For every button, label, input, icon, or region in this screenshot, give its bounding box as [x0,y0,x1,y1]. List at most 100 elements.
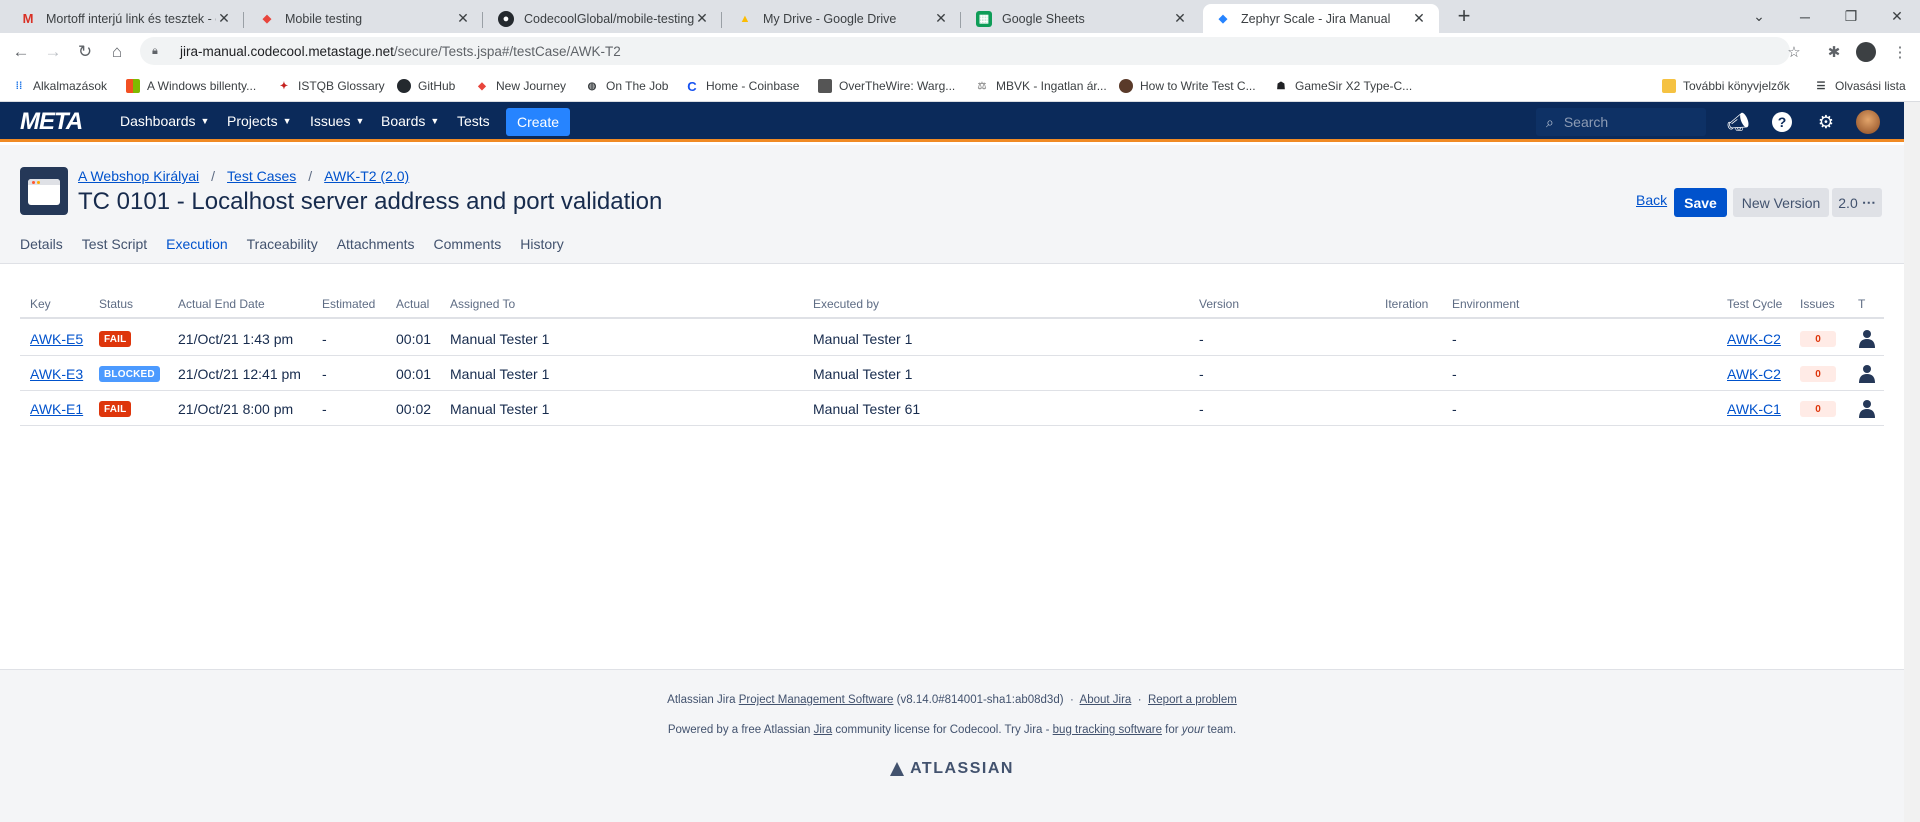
close-icon[interactable]: ✕ [933,10,949,27]
new-version-button[interactable]: New Version [1733,188,1829,217]
nav-boards[interactable]: Boards ▼ [381,113,439,129]
reload-icon[interactable]: ↻ [72,39,98,65]
create-button[interactable]: Create [506,108,570,136]
save-button[interactable]: Save [1674,188,1727,217]
report-problem-link[interactable]: Report a problem [1148,694,1237,706]
project-avatar-dot [32,181,35,184]
col-end-date[interactable]: Actual End Date [178,297,265,311]
footer-text: Atlassian Jira [667,694,736,706]
bookmark-item[interactable]: A Windows billenty... [126,77,256,95]
issues-count-badge[interactable]: 0 [1800,401,1836,417]
table-row[interactable]: AWK-E1 FAIL 21/Oct/21 8:00 pm - 00:02 Ma… [20,391,1884,426]
bug-tracking-software-link[interactable]: bug tracking software [1053,724,1162,736]
browser-tab[interactable]: ◆ Mobile testing ✕ [247,4,483,33]
bookmark-item[interactable]: How to Write Test C... [1119,77,1256,95]
execution-key-link[interactable]: AWK-E3 [30,366,83,382]
home-icon[interactable]: ⌂ [104,39,130,65]
chevron-down-icon: ▼ [355,116,365,126]
col-status[interactable]: Status [99,297,133,311]
meta-logo[interactable]: META [20,108,83,136]
tester-person-icon[interactable] [1858,364,1876,384]
close-icon[interactable]: ✕ [455,10,471,27]
breadcrumb-project[interactable]: A Webshop Királyai [78,168,199,184]
breadcrumb-test-cases[interactable]: Test Cases [227,168,296,184]
bookmark-star-icon[interactable]: ☆ [1782,40,1806,64]
tab-title: Mobile testing [285,11,363,26]
bookmark-item[interactable]: ✦ ISTQB Glossary [277,77,385,95]
table-row[interactable]: AWK-E5 FAIL 21/Oct/21 1:43 pm - 00:01 Ma… [20,321,1884,356]
bookmark-item[interactable]: OverTheWire: Warg... [818,77,955,95]
jira-link[interactable]: Jira [814,724,833,736]
vertical-scrollbar[interactable] [1904,102,1920,822]
col-version[interactable]: Version [1199,297,1239,311]
bookmark-item[interactable]: GitHub [397,77,455,95]
col-environment[interactable]: Environment [1452,297,1519,311]
user-avatar[interactable] [1856,110,1880,134]
megaphone-icon[interactable]: 📣︎ [1726,110,1750,134]
bookmark-item[interactable]: ◍ On The Job [585,77,669,95]
about-jira-link[interactable]: About Jira [1080,694,1132,706]
execution-key-link[interactable]: AWK-E5 [30,331,83,347]
close-icon[interactable]: ✕ [216,10,232,27]
bookmark-item[interactable]: ☗ GameSir X2 Type-C... [1274,77,1413,95]
col-issues[interactable]: Issues [1800,297,1835,311]
col-actual[interactable]: Actual [396,297,429,311]
test-cycle-link[interactable]: AWK-C2 [1727,331,1781,347]
col-key[interactable]: Key [30,297,51,311]
col-iteration[interactable]: Iteration [1385,297,1428,311]
browser-tab[interactable]: ● CodecoolGlobal/mobile-testing- ✕ [486,4,722,33]
tab-search-icon[interactable]: ⌄ [1736,0,1782,33]
tester-person-icon[interactable] [1858,329,1876,349]
col-estimated[interactable]: Estimated [322,297,375,311]
profile-avatar[interactable] [1854,40,1878,64]
project-management-software-link[interactable]: Project Management Software [739,694,894,706]
close-icon[interactable]: ✕ [694,10,710,27]
execution-key-link[interactable]: AWK-E1 [30,401,83,417]
nav-tests[interactable]: Tests [457,113,490,129]
close-icon[interactable]: ✕ [1411,10,1427,27]
bookmark-item[interactable]: ◆ New Journey [475,77,566,95]
back-arrow-icon[interactable]: ← [8,39,34,65]
col-executed-by[interactable]: Executed by [813,297,879,311]
restore-button[interactable]: ❐ [1828,0,1874,33]
col-test-cycle[interactable]: Test Cycle [1727,297,1782,311]
issues-count-badge[interactable]: 0 [1800,366,1836,382]
browser-menu-icon[interactable]: ⋮ [1888,40,1912,64]
gear-icon[interactable]: ⚙ [1814,110,1838,134]
browser-tab[interactable]: ▦ Google Sheets ✕ [964,4,1200,33]
window-close-button[interactable]: ✕ [1874,0,1920,33]
nav-projects[interactable]: Projects ▼ [227,113,292,129]
other-bookmarks[interactable]: További könyvjelzők [1662,77,1790,95]
breadcrumb-test-case-key[interactable]: AWK-T2 (2.0) [324,168,409,184]
help-icon[interactable]: ? [1770,110,1794,134]
tester-person-icon[interactable] [1858,399,1876,419]
minimize-button[interactable]: ─ [1782,0,1828,33]
bookmark-item[interactable]: C Home - Coinbase [685,77,799,95]
back-link[interactable]: Back [1636,192,1667,208]
reading-list[interactable]: ☰ Olvasási lista [1814,77,1906,95]
test-cycle-link[interactable]: AWK-C1 [1727,401,1781,417]
forward-arrow-icon[interactable]: → [40,39,66,65]
atlassian-logo[interactable]: ATLASSIAN [0,760,1904,778]
version-dropdown[interactable]: 2.0 ⋯ [1832,188,1882,217]
reading-list-icon: ☰ [1816,80,1826,92]
col-assigned-to[interactable]: Assigned To [450,297,515,311]
issues-count-badge[interactable]: 0 [1800,331,1836,347]
search-input[interactable]: ⌕ Search [1536,108,1706,136]
nav-issues[interactable]: Issues ▼ [310,113,364,129]
bookmark-item[interactable]: ⚖ MBVK - Ingatlan ár... [975,77,1107,95]
table-row[interactable]: AWK-E3 BLOCKED 21/Oct/21 12:41 pm - 00:0… [20,356,1884,391]
extensions-icon[interactable]: ✱ [1822,40,1846,64]
browser-tab[interactable]: ▲ My Drive - Google Drive ✕ [725,4,961,33]
browser-tab-active[interactable]: ◆ Zephyr Scale - Jira Manual ✕ [1203,4,1439,33]
lock-icon[interactable]: 🔒︎ [152,45,168,58]
test-cycle-link[interactable]: AWK-C2 [1727,366,1781,382]
address-bar[interactable]: 🔒︎ jira-manual.codecool.metastage.net/se… [140,37,1790,65]
col-tester[interactable]: T [1858,297,1865,311]
end-date: 21/Oct/21 1:43 pm [178,331,294,347]
nav-dashboards[interactable]: Dashboards ▼ [120,113,209,129]
bookmark-apps[interactable]: ⁞⁞ Alkalmazások [12,77,107,95]
browser-tab[interactable]: M Mortoff interjú link és tesztek - c ✕ [8,4,244,33]
new-tab-button[interactable]: + [1452,5,1476,29]
close-icon[interactable]: ✕ [1172,10,1188,27]
